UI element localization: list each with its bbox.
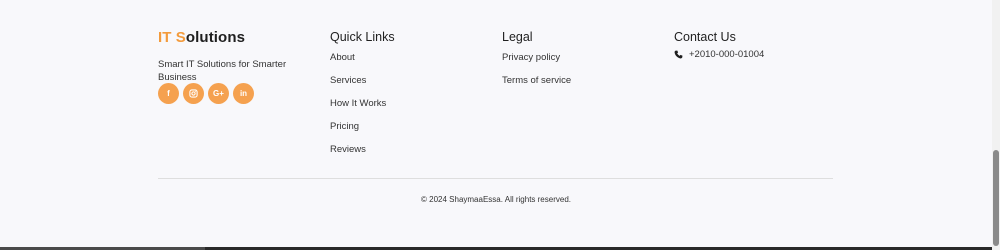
quick-link-about[interactable]: About (330, 52, 395, 75)
quick-link-how-it-works[interactable]: How It Works (330, 98, 395, 121)
brand-block: IT Solutions Smart IT Solutions for Smar… (158, 29, 308, 84)
quick-links-column: Quick Links About Services How It Works … (330, 29, 395, 167)
quick-link-services[interactable]: Services (330, 75, 395, 98)
brand-title-accent: IT S (158, 29, 186, 46)
quick-links-title: Quick Links (330, 30, 395, 44)
legal-column: Legal Privacy policy Terms of service (502, 29, 571, 98)
contact-phone-number: +2010-000-01004 (689, 49, 765, 60)
legal-list: Privacy policy Terms of service (502, 52, 571, 98)
scrollbar-thumb[interactable] (993, 150, 999, 246)
brand-title: IT Solutions (158, 29, 308, 47)
phone-icon (674, 50, 683, 59)
brand-title-rest: olutions (185, 29, 246, 46)
quick-links-list: About Services How It Works Pricing Revi… (330, 52, 395, 167)
facebook-icon[interactable]: f (158, 83, 179, 104)
quick-link-reviews[interactable]: Reviews (330, 144, 395, 167)
social-links: f G+ in (158, 83, 254, 104)
contact-column: Contact Us +2010-000-01004 (674, 29, 764, 60)
contact-title: Contact Us (674, 30, 736, 44)
instagram-glyph (189, 89, 198, 98)
vertical-scrollbar[interactable] (992, 0, 1000, 250)
site-footer: IT Solutions Smart IT Solutions for Smar… (0, 0, 1000, 250)
legal-link-privacy[interactable]: Privacy policy (502, 52, 571, 75)
quick-link-pricing[interactable]: Pricing (330, 121, 395, 144)
google-plus-icon[interactable]: G+ (208, 83, 229, 104)
copyright-text: © 2024 ShaymaaEssa. All rights reserved. (421, 195, 571, 204)
linkedin-icon[interactable]: in (233, 83, 254, 104)
legal-link-terms[interactable]: Terms of service (502, 75, 571, 98)
legal-title: Legal (502, 30, 533, 44)
brand-tagline: Smart IT Solutions for Smarter Business (158, 59, 287, 83)
footer-divider (158, 178, 833, 179)
contact-phone[interactable]: +2010-000-01004 (674, 49, 764, 60)
instagram-icon[interactable] (183, 83, 204, 104)
